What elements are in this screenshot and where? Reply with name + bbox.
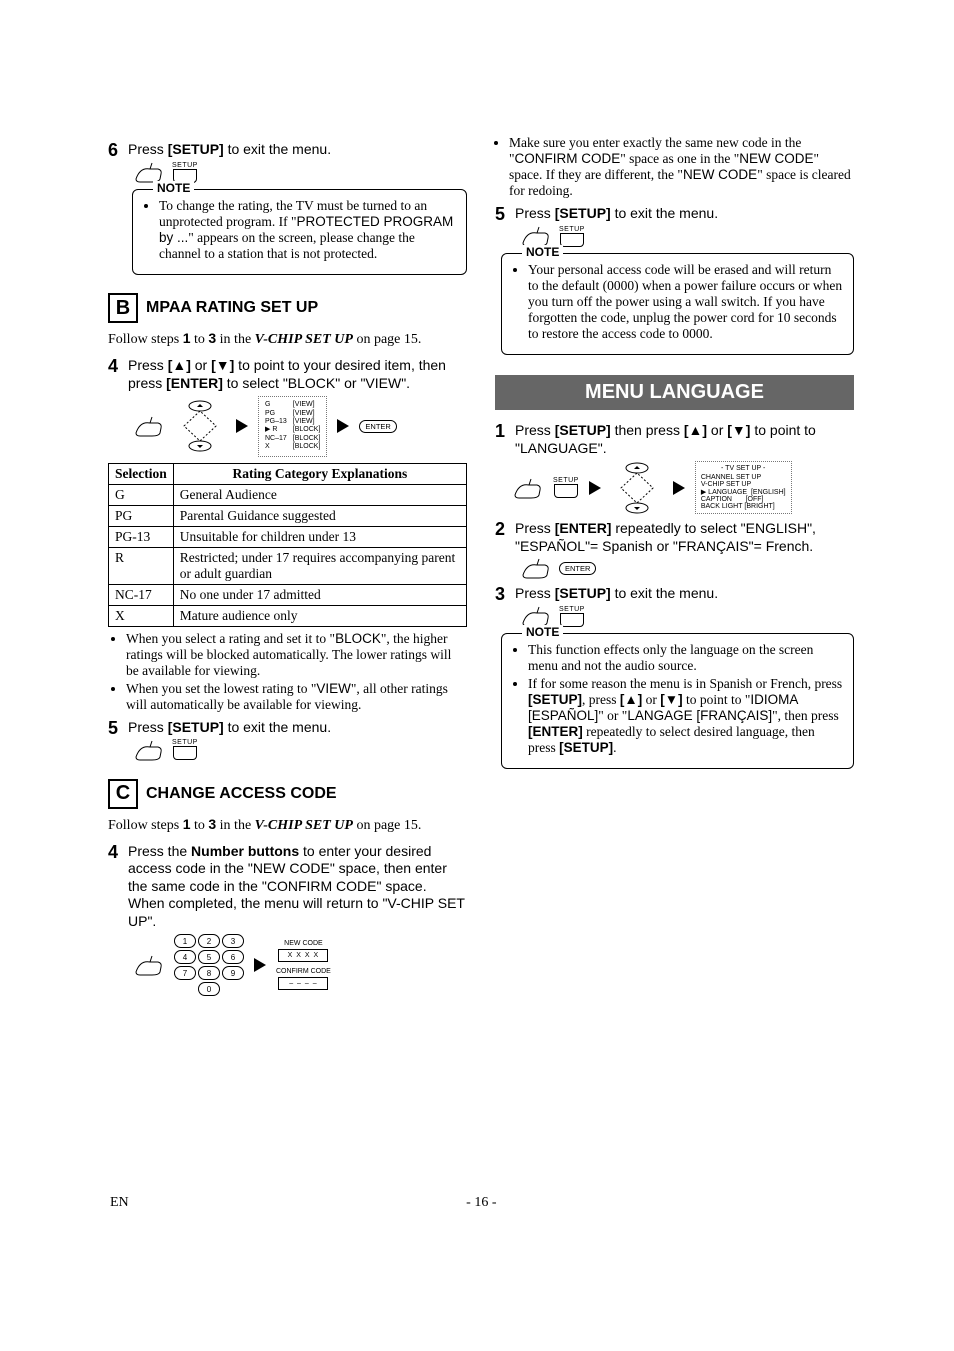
page-footer: EN - 16 -	[110, 1195, 854, 1211]
menu-language-heading: MENU LANGUAGE	[495, 375, 854, 410]
remote-enter-graphic: ENTER	[521, 557, 854, 579]
tv-setup-osd: - TV SET UP - CHANNEL SET UP V-CHIP SET …	[695, 461, 792, 514]
code-entry-diagram: 123 456 789 0 NEW CODEX X X X CONFIRM CO…	[134, 934, 467, 996]
section-c-heading: C CHANGE ACCESS CODE	[108, 779, 467, 809]
remote-setup-graphic: SETUP	[521, 605, 854, 627]
step-6-exit: 6 Press [SETUP] to exit the menu.	[108, 141, 467, 159]
right-column: Make sure you enter exactly the same new…	[495, 135, 854, 1000]
table-row: NC-17No one under 17 admitted	[109, 584, 467, 605]
hand-icon	[521, 557, 551, 579]
arrow-right-icon	[589, 481, 601, 495]
hand-icon	[521, 225, 551, 247]
setup-button-graphic: SETUP	[172, 162, 198, 183]
section-title: MPAA RATING SET UP	[146, 299, 318, 317]
step-number: 6	[108, 141, 122, 159]
table-row: GGeneral Audience	[109, 484, 467, 505]
step-1-lang: 1 Press [SETUP] then press [▲] or [▼] to…	[495, 422, 854, 457]
follow-steps-text: Follow steps 1 to 3 in the V-CHIP SET UP…	[108, 329, 467, 349]
arrow-right-icon	[673, 481, 685, 495]
confirm-code-bullet: Make sure you enter exactly the same new…	[495, 135, 854, 199]
language-diagram: SETUP - TV SET UP - CHANNEL SET UP V-CHI…	[513, 461, 854, 514]
step-3-lang: 3 Press [SETUP] to exit the menu.	[495, 585, 854, 603]
step-5-exit: 5 Press [SETUP] to exit the menu.	[108, 719, 467, 737]
step-text: Press [SETUP] to exit the menu.	[128, 141, 331, 159]
note-rating-change: NOTE To change the rating, the TV must b…	[132, 189, 467, 275]
step-4-mpaa: 4 Press [▲] or [▼] to point to your desi…	[108, 357, 467, 392]
hand-icon	[134, 161, 164, 183]
nav-arrows-icon	[611, 462, 663, 514]
table-row: RRestricted; under 17 requires accompany…	[109, 547, 467, 584]
arrow-right-icon	[254, 958, 266, 972]
hand-icon	[134, 739, 164, 761]
enter-button-graphic: ENTER	[559, 562, 596, 575]
number-keypad-graphic: 123 456 789 0	[174, 934, 244, 996]
section-letter-box: B	[108, 293, 138, 323]
mpaa-osd-panel: G PG PG–13 ▶ R NC–17 X [VIEW] [VIEW] [VI…	[258, 396, 327, 456]
footer-lang: EN	[110, 1195, 129, 1211]
hand-icon	[521, 605, 551, 627]
code-osd-panel: NEW CODEX X X X CONFIRM CODE– – – –	[276, 940, 331, 990]
arrow-right-icon	[337, 419, 349, 433]
follow-steps-text: Follow steps 1 to 3 in the V-CHIP SET UP…	[108, 815, 467, 835]
arrow-right-icon	[236, 419, 248, 433]
section-b-heading: B MPAA RATING SET UP	[108, 293, 467, 323]
mpaa-diagram: G PG PG–13 ▶ R NC–17 X [VIEW] [VIEW] [VI…	[134, 396, 467, 456]
step-2-lang: 2 Press [ENTER] repeatedly to select "EN…	[495, 520, 854, 555]
hand-icon	[513, 477, 543, 499]
remote-setup-graphic: SETUP	[134, 739, 467, 761]
nav-arrows-icon	[174, 400, 226, 452]
table-row: PGParental Guidance suggested	[109, 505, 467, 526]
enter-button-graphic: ENTER	[359, 420, 396, 433]
setup-key: [SETUP]	[168, 141, 224, 157]
step-5-exit-right: 5 Press [SETUP] to exit the menu.	[495, 205, 854, 223]
step-4-code: 4 Press the Number buttons to enter your…	[108, 843, 467, 931]
hand-icon	[134, 415, 164, 437]
left-column: 6 Press [SETUP] to exit the menu. SETUP …	[108, 135, 467, 1000]
hand-icon	[134, 954, 164, 976]
note-access-code: NOTE Your personal access code will be e…	[501, 253, 854, 355]
footer-page-number: - 16 -	[466, 1195, 496, 1211]
table-row: XMature audience only	[109, 605, 467, 626]
table-row: PG-13Unsuitable for children under 13	[109, 526, 467, 547]
note-text: To change the rating, the TV must be tur…	[159, 198, 456, 262]
remote-setup-graphic: SETUP	[521, 225, 854, 247]
mpaa-notes-list: When you select a rating and set it to "…	[112, 631, 467, 713]
note-language: NOTE This function effects only the lang…	[501, 633, 854, 769]
rating-table: SelectionRating Category Explanations GG…	[108, 463, 467, 627]
remote-setup-graphic: SETUP	[134, 161, 467, 183]
